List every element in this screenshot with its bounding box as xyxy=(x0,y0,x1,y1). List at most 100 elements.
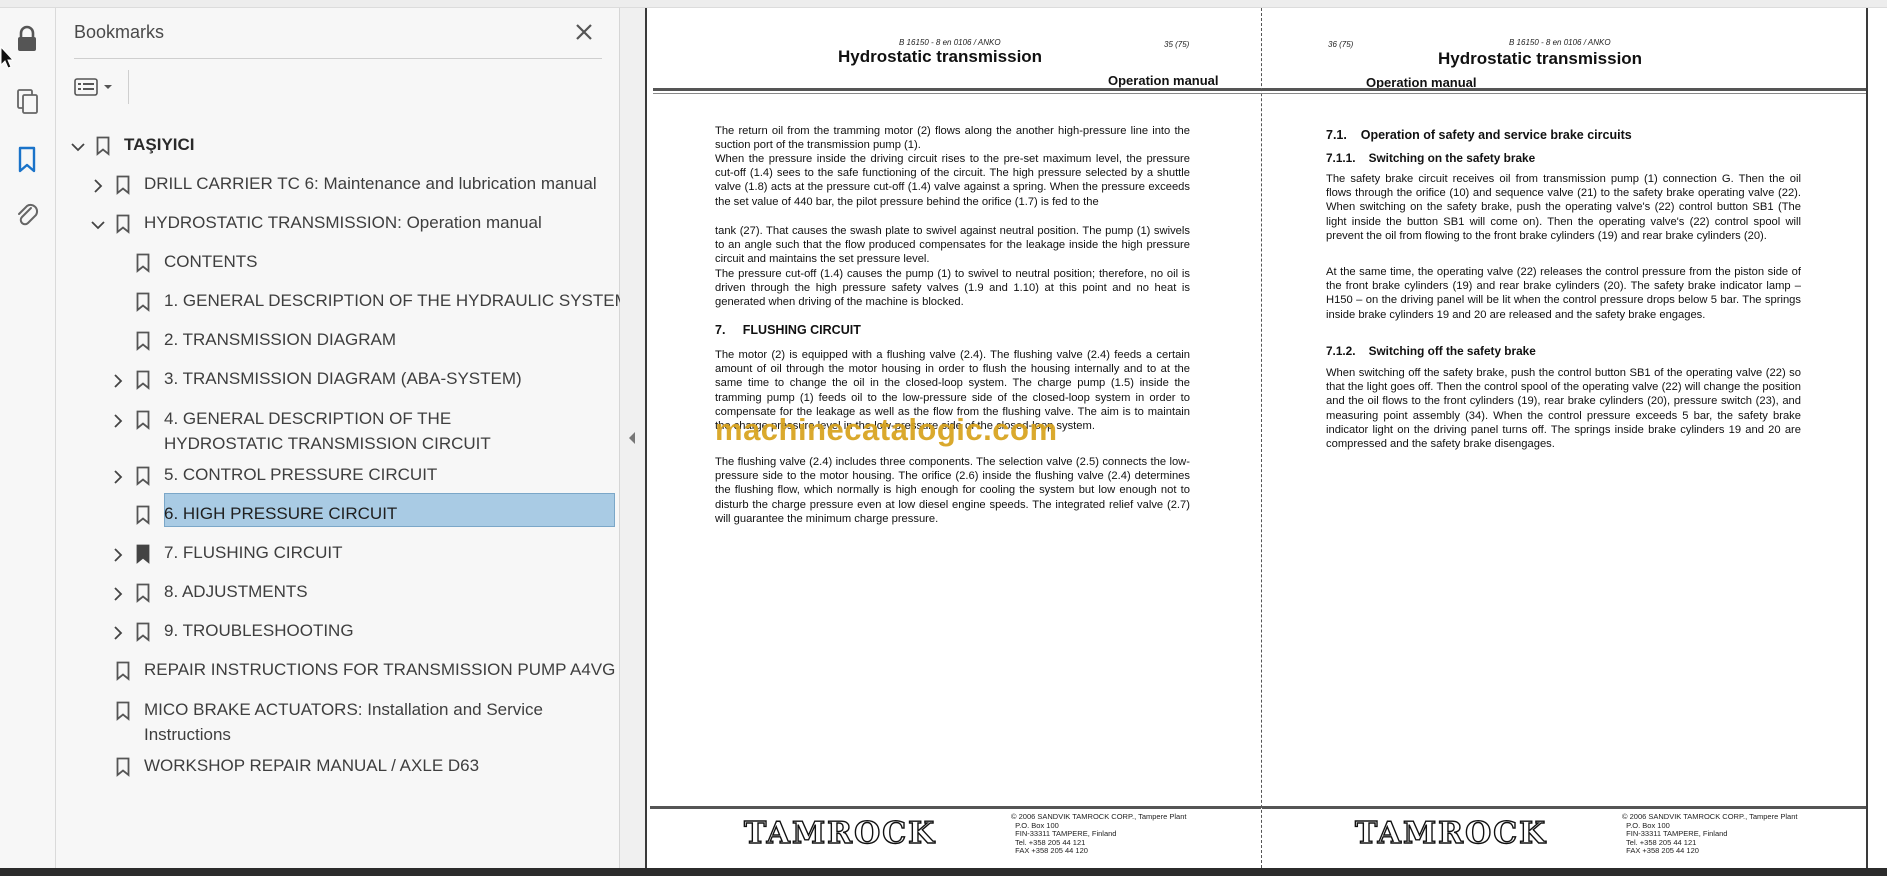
bookmark-item-hydrostatic-circuit[interactable]: 4. GENERAL DESCRIPTION OF THE HYDROSTATI… xyxy=(110,406,610,458)
page-left-code: B 16150 - 8 en 0106 / ANKO xyxy=(899,38,1001,47)
bookmark-item-hydrostatic-transmission[interactable]: HYDROSTATIC TRANSMISSION: Operation manu… xyxy=(90,210,610,238)
bookmark-icon xyxy=(136,466,150,486)
bookmark-item-flushing-circuit[interactable]: 7. FLUSHING CIRCUIT xyxy=(110,540,610,568)
bookmark-icon xyxy=(136,410,150,430)
bookmark-icon xyxy=(116,661,130,681)
bookmark-label: 7. FLUSHING CIRCUIT xyxy=(164,543,343,562)
bookmark-label: CONTENTS xyxy=(164,252,258,271)
chevron-down-icon[interactable] xyxy=(90,217,106,233)
page-left-paragraph: The pressure cut-off (1.4) causes the pu… xyxy=(715,268,1190,309)
chevron-right-icon[interactable] xyxy=(110,625,126,641)
bookmark-label: WORKSHOP REPAIR MANUAL / AXLE D63 xyxy=(144,756,480,775)
bookmarks-button[interactable] xyxy=(10,143,44,177)
bookmark-label: 5. CONTROL PRESSURE CIRCUIT xyxy=(164,465,438,484)
page-right-footer-rule xyxy=(1262,806,1866,809)
bookmark-icon xyxy=(136,331,150,351)
bookmark-item-transmission-diagram[interactable]: 2. TRANSMISSION DIAGRAM xyxy=(110,327,610,355)
page-right-header-rule xyxy=(1262,88,1866,91)
bookmark-label: REPAIR INSTRUCTIONS FOR TRANSMISSION PUM… xyxy=(144,660,616,679)
page-left-header-rule-thin xyxy=(653,93,1261,94)
vertical-scrollbar[interactable] xyxy=(1869,8,1887,868)
bookmark-icon xyxy=(96,136,110,156)
bookmark-icon xyxy=(116,701,130,721)
bookmark-filled-icon xyxy=(136,544,150,564)
bookmark-item-general-description[interactable]: 1. GENERAL DESCRIPTION OF THE HYDRAULIC … xyxy=(110,288,629,316)
bookmark-label: DRILL CARRIER TC 6: Maintenance and lubr… xyxy=(144,174,597,193)
bookmark-tree: TAŞIYICI DRILL CARRIER TC 6: Maintenance… xyxy=(56,8,629,868)
bookmarks-panel: Bookmarks TAŞIYICI DRILL CARRIER TC 6: M… xyxy=(56,8,629,868)
mouse-cursor-icon xyxy=(0,46,14,69)
bookmark-icon xyxy=(116,214,130,234)
bookmark-label: 2. TRANSMISSION DIAGRAM xyxy=(164,330,397,349)
bookmark-item-adjustments[interactable]: 8. ADJUSTMENTS xyxy=(110,579,610,607)
chevron-right-icon[interactable] xyxy=(110,586,126,602)
page-left-subtitle: Operation manual xyxy=(1108,73,1219,88)
bookmark-icon xyxy=(136,505,150,525)
page-right-title: Hydrostatic transmission xyxy=(1438,49,1643,68)
page-left-number: 35 (75) xyxy=(1164,40,1190,49)
page-thumbnails-button[interactable] xyxy=(10,85,44,119)
page-left-footer-address: © 2006 SANDVIK TAMROCK CORP., Tampere Pl… xyxy=(1011,812,1187,856)
page-right-code: B 16150 - 8 en 0106 / ANKO xyxy=(1509,38,1611,47)
bookmark-icon xyxy=(136,583,150,603)
bookmark-item-contents[interactable]: CONTENTS xyxy=(110,249,610,277)
bookmark-item-control-pressure[interactable]: 5. CONTROL PRESSURE CIRCUIT xyxy=(110,462,610,490)
bookmark-label: 8. ADJUSTMENTS xyxy=(164,582,308,601)
page-left-header-rule xyxy=(653,88,1261,91)
taskbar-edge xyxy=(0,868,1887,876)
watermark: machinecatalogic.com xyxy=(715,412,1058,447)
bookmark-item-high-pressure[interactable]: 6. HIGH PRESSURE CIRCUIT xyxy=(110,501,610,529)
bookmark-label: 6. HIGH PRESSURE CIRCUIT xyxy=(164,504,398,523)
bookmark-item-transmission-diagram-aba[interactable]: 3. TRANSMISSION DIAGRAM (ABA-SYSTEM) xyxy=(110,366,610,394)
page-right-section-heading: 7.1. Operation of safety and service bra… xyxy=(1326,128,1632,142)
page-left-paragraph: When the pressure inside the driving cir… xyxy=(715,153,1190,208)
window-top-strip xyxy=(0,0,1887,8)
bookmark-label: 9. TROUBLESHOOTING xyxy=(164,621,354,640)
bookmark-icon xyxy=(116,757,130,777)
page-left-title: Hydrostatic transmission xyxy=(838,47,1043,66)
page-divider xyxy=(1261,8,1262,868)
attachments-button[interactable] xyxy=(10,198,44,232)
tamrock-logo: TAMROCK xyxy=(743,815,937,851)
bookmark-icon xyxy=(136,370,150,390)
lock-icon xyxy=(18,25,36,51)
bookmark-item-mico-brake[interactable]: MICO BRAKE ACTUATORS: Installation and S… xyxy=(90,697,610,749)
tree-root-tasiyici[interactable]: TAŞIYICI xyxy=(70,132,610,160)
attachment-icon xyxy=(18,203,39,226)
page-left-section-heading: 7. FLUSHING CIRCUIT xyxy=(715,323,861,337)
page-left-edge xyxy=(645,8,647,868)
bookmark-icon xyxy=(136,292,150,312)
bookmark-icon xyxy=(136,253,150,273)
navigation-rail xyxy=(0,8,56,868)
bookmark-icon xyxy=(136,622,150,642)
page-left-paragraph: tank (27). That causes the swash plate t… xyxy=(715,225,1190,266)
pages-icon xyxy=(17,89,38,114)
chevron-right-icon[interactable] xyxy=(110,413,126,429)
tamrock-logo: TAMROCK xyxy=(1354,815,1548,851)
bookmark-label: 4. GENERAL DESCRIPTION OF THE HYDROSTATI… xyxy=(164,409,491,453)
bookmark-label: 3. TRANSMISSION DIAGRAM (ABA-SYSTEM) xyxy=(164,369,522,388)
page-right-edge xyxy=(1866,8,1868,868)
bookmark-item-repair-instructions[interactable]: REPAIR INSTRUCTIONS FOR TRANSMISSION PUM… xyxy=(90,657,615,685)
page-right-paragraph: When switching off the safety brake, pus… xyxy=(1326,367,1801,451)
collapse-panel-icon[interactable] xyxy=(627,430,637,446)
chevron-right-icon[interactable] xyxy=(110,547,126,563)
bookmark-item-workshop-repair[interactable]: WORKSHOP REPAIR MANUAL / AXLE D63 xyxy=(90,753,610,781)
page-right-paragraph: At the same time, the operating valve (2… xyxy=(1326,266,1801,321)
bookmark-item-troubleshooting[interactable]: 9. TROUBLESHOOTING xyxy=(110,618,610,646)
security-button[interactable] xyxy=(10,22,44,56)
page-right-subsection-heading: 7.1.1. Switching on the safety brake xyxy=(1326,151,1536,165)
chevron-down-icon[interactable] xyxy=(70,139,86,155)
bookmark-label: MICO BRAKE ACTUATORS: Installation and S… xyxy=(144,700,544,744)
page-right-header-rule-thin xyxy=(1262,93,1866,94)
bookmark-label: HYDROSTATIC TRANSMISSION: Operation manu… xyxy=(144,213,542,232)
chevron-right-icon[interactable] xyxy=(110,373,126,389)
bookmark-label: 1. GENERAL DESCRIPTION OF THE HYDRAULIC … xyxy=(164,291,629,310)
page-left-paragraph: The return oil from the tramming motor (… xyxy=(715,125,1190,152)
page-left-footer-rule xyxy=(650,806,1261,809)
bookmark-item-drill-carrier[interactable]: DRILL CARRIER TC 6: Maintenance and lubr… xyxy=(90,171,610,199)
chevron-right-icon[interactable] xyxy=(110,469,126,485)
chevron-right-icon[interactable] xyxy=(90,178,106,194)
bookmark-icon xyxy=(18,146,36,173)
bookmark-label: TAŞIYICI xyxy=(124,135,195,154)
